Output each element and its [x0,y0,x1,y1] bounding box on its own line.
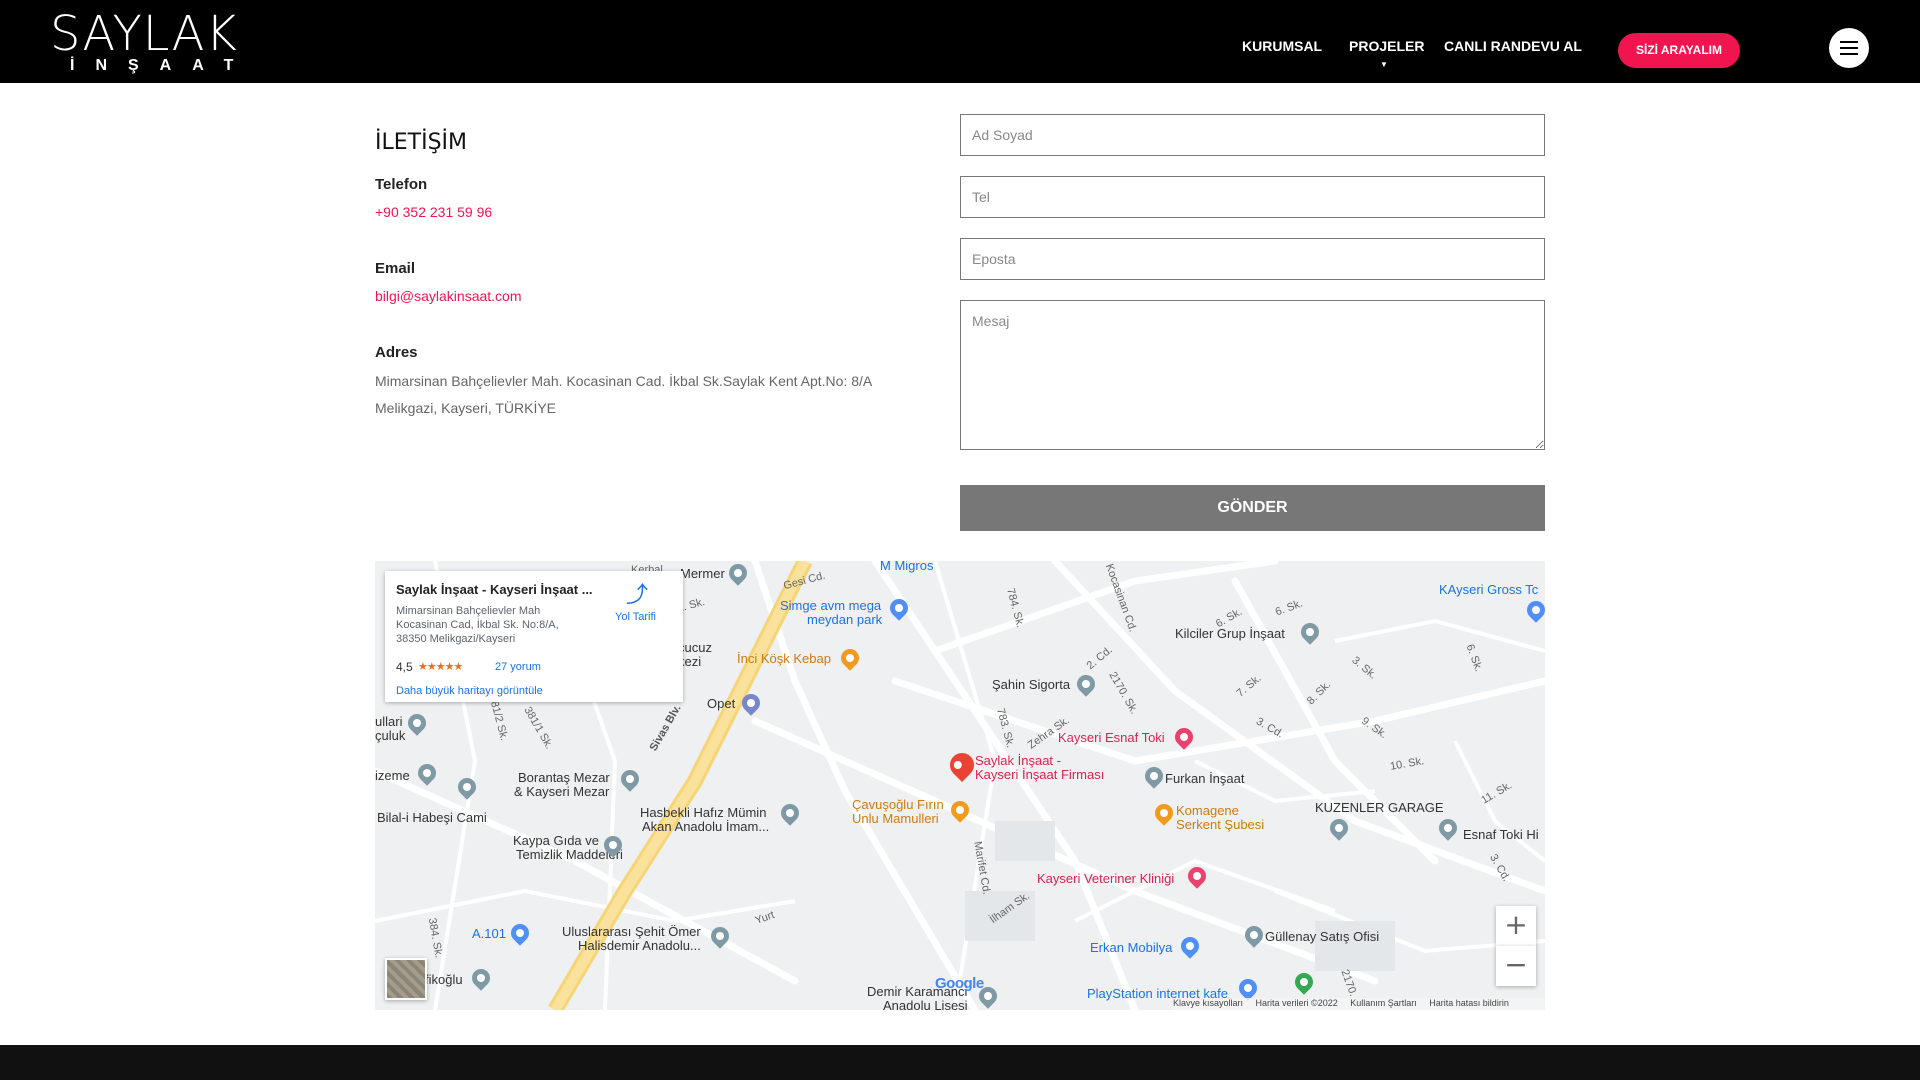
map-label-veteriner: Kayseri Veteriner Kliniği [1037,871,1175,886]
call-me-button[interactable]: SİZİ ARAYALIM [1618,33,1740,68]
map-label-komagene: Komagene [1176,803,1239,818]
map-place-card: Saylak İnşaat - Kayseri İnşaat ... Mimar… [385,571,683,702]
address-line-1: Mimarsinan Bahçelievler Mah. Kocasinan C… [375,373,873,389]
map-label-sehit: Uluslararası Şehit Ömer [562,924,701,939]
map-label-a101: A.101 [472,926,506,941]
phone-label: Telefon [375,176,428,193]
map-label-borantas-2: & Kayseri Mezar [514,784,610,799]
map-label-fikoglu: fikoğlu [425,972,463,987]
site-footer [0,1045,1920,1080]
map-label-simge: Simge avm mega [780,598,882,613]
map-label-cucuz: cucuz [678,640,712,655]
map-label-kaypa: Kaypa Gıda ve [513,833,599,848]
nav-projeler[interactable]: PROJELER [1349,38,1424,54]
map-label-esnaf-toki: Kayseri Esnaf Toki [1058,730,1165,745]
send-button[interactable]: GÖNDER [960,485,1545,531]
map-label-ullari: ullari [375,714,403,729]
map-label-opet: Opet [707,696,736,711]
map-label-sahin-sigorta: Şahin Sigorta [992,677,1071,692]
message-textarea[interactable] [960,300,1545,450]
map-label-culuk: çuluk [375,728,406,743]
nav-kurumsal[interactable]: KURUMSAL [1242,38,1322,54]
map-label-bilal: Bilal-i Habeşi Cami [377,810,487,825]
map-label-kayseri-gross: KAyseri Gross Tc [1439,582,1539,597]
map-label-komagene-2: Serkent Şubesi [1176,817,1265,832]
map-label-inci-kosk: İnci Köşk Kebap [737,651,831,666]
google-logo: Google [935,975,984,992]
map-label-sehit-2: Halisdemir Anadolu... [578,938,701,953]
place-rating: 4,5 [396,660,413,674]
site-header: SAYLAK İNŞAAT KURUMSAL PROJELER ▼ CANLI … [0,0,1920,83]
place-address: Mimarsinan Bahçelievler Mah Kocasinan Ca… [396,605,559,645]
map-label-izeme: izeme [375,768,410,783]
google-map[interactable]: Mermer M Migros Simge avm mega meydan pa… [375,561,1545,1010]
map-label-mermer: Mermer [680,566,725,581]
map-label-migros: M Migros [880,561,934,573]
map-label-borantas: Borantaş Mezar [518,770,610,785]
satellite-toggle[interactable] [385,958,427,1000]
view-larger-map-link[interactable]: Daha büyük haritayı görüntüle [396,685,543,697]
terms-link[interactable]: Kullanım Şartları [1350,998,1417,1008]
address-label: Adres [375,344,418,361]
address-text: Mimarsinan Bahçelievler Mah. Kocasinan C… [375,368,935,422]
map-label-demir-2: Anadolu Lisesi [883,998,968,1011]
map-label-simge-2: meydan park [807,612,883,627]
map-label-kuzenler: KUZENLER GARAGE [1315,800,1444,815]
map-attribution: Klavye kısayolları Harita verileri ©2022… [1170,998,1545,1010]
logo-main-text: SAYLAK [50,6,238,62]
chevron-down-icon: ▼ [1380,60,1388,69]
saylak-logo[interactable]: SAYLAK İNŞAAT [50,6,270,74]
keyboard-shortcuts-link[interactable]: Klavye kısayolları [1173,998,1243,1008]
map-data-text: Harita verileri ©2022 [1255,998,1338,1008]
map-label-saylak: Saylak İnşaat - [975,753,1061,768]
contact-title: İLETİŞİM [375,130,468,155]
phone-input[interactable] [960,176,1545,218]
map-label-furkan: Furkan İnşaat [1165,771,1245,786]
map-label-erkan: Erkan Mobilya [1090,940,1173,955]
map-label-kilciler: Kilciler Grup İnşaat [1175,626,1285,641]
report-error-link[interactable]: Harita hatası bildirin [1429,998,1509,1008]
name-input[interactable] [960,114,1545,156]
nav-canli-randevu[interactable]: CANLI RANDEVU AL [1444,38,1582,54]
reviews-link[interactable]: 27 yorum [495,661,541,673]
map-label-hasbekli-2: Akan Anadolu İmam... [642,819,770,834]
map-label-hasbekli: Hasbekli Hafız Mümin [640,805,767,820]
address-line-2: Melikgazi, Kayseri, TÜRKİYE [375,400,557,416]
logo-sub-text: İNŞAAT [70,57,255,74]
map-label-saylak-2: Kayseri İnşaat Firması [975,767,1105,782]
phone-link[interactable]: +90 352 231 59 96 [375,204,492,220]
email-input[interactable] [960,238,1545,280]
hamburger-icon[interactable] [1829,28,1869,68]
zoom-in-button[interactable]: + [1496,906,1536,946]
directions-link[interactable]: Yol Tarifi [615,611,656,623]
rating-stars-icon: ★★★★★ [418,661,463,673]
directions-icon[interactable]: ⤴ [625,583,649,607]
map-label-gullenay: Güllenay Satış Ofisi [1265,929,1380,944]
place-title: Saylak İnşaat - Kayseri İnşaat ... [396,582,593,597]
map-label-cavusoglu: Çavuşoğlu Fırın [852,797,944,812]
map-label-cavusoglu-2: Unlu Mamulleri [852,811,939,826]
email-link[interactable]: bilgi@saylakinsaat.com [375,288,522,304]
email-label: Email [375,260,416,277]
zoom-out-button[interactable]: − [1496,946,1536,986]
map-label-esnaf-toki-hi: Esnaf Toki Hi [1463,827,1539,842]
